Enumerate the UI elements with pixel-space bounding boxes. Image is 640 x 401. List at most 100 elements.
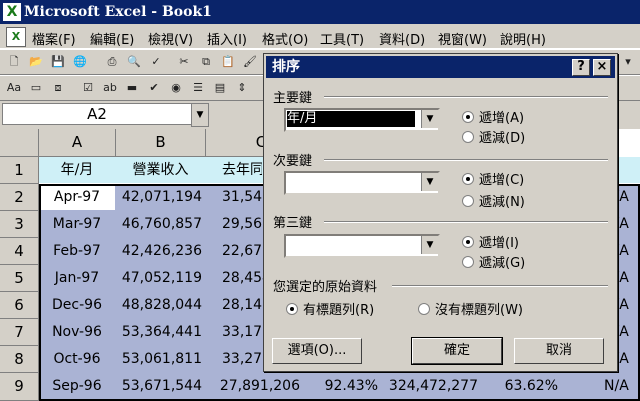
save-icon[interactable]: 💾: [50, 54, 66, 70]
name-box[interactable]: A2: [2, 103, 192, 125]
cell-date[interactable]: Jan-97: [39, 264, 115, 292]
help-button[interactable]: ?: [572, 59, 590, 76]
cell-revenue[interactable]: 47,052,119: [116, 264, 202, 292]
cell-prior-year[interactable]: 28,149: [222, 291, 266, 319]
header-cell-b1[interactable]: 營業收入: [116, 156, 205, 184]
cell-cumulative-pct[interactable]: 63.62%: [478, 372, 558, 400]
key3-descending-radio[interactable]: 遞減(G): [462, 252, 525, 271]
menu-bar: X 檔案(F) 編輯(E) 檢視(V) 插入(I) 格式(O) 工具(T) 資料…: [0, 24, 640, 49]
cell-date[interactable]: Feb-97: [39, 237, 115, 265]
has-header-radio[interactable]: 有標題列(R): [286, 299, 374, 318]
key2-ascending-radio[interactable]: 遞增(C): [462, 169, 524, 188]
radio-label: 遞減(N): [479, 195, 525, 210]
menu-data[interactable]: 資料(D): [379, 29, 425, 48]
cell-revenue[interactable]: 46,760,857: [116, 210, 202, 238]
cell-prior-year[interactable]: 27,891,206: [206, 372, 300, 400]
cut-icon[interactable]: ✂: [176, 54, 192, 70]
row-header[interactable]: 2: [0, 184, 39, 211]
checkbox-icon[interactable]: ☑: [80, 80, 96, 96]
format-painter-icon[interactable]: 🖌: [242, 54, 258, 70]
key1-combo[interactable]: 年/月 ▼: [284, 108, 440, 132]
cell-revenue[interactable]: 53,671,544: [116, 372, 202, 400]
header-cell-a1[interactable]: 年/月: [39, 156, 115, 184]
workbook-icon[interactable]: X: [6, 27, 26, 47]
label-icon[interactable]: Aa: [6, 80, 22, 96]
chevron-down-icon[interactable]: ▼: [421, 173, 438, 191]
edit-box-icon[interactable]: ▭: [28, 80, 44, 96]
menu-edit[interactable]: 編輯(E): [90, 29, 134, 48]
key1-ascending-radio[interactable]: 遞增(A): [462, 107, 524, 126]
zoom-dropdown-icon[interactable]: ▾: [620, 54, 636, 70]
cell-date[interactable]: Sep-96: [39, 372, 115, 400]
cell-prior-year[interactable]: 33,273: [222, 345, 266, 373]
menu-help[interactable]: 說明(H): [500, 29, 546, 48]
row-header[interactable]: 1: [0, 157, 39, 184]
key3-combo[interactable]: ▼: [284, 234, 440, 258]
combo-box-icon[interactable]: ▤: [212, 80, 228, 96]
cell-revenue[interactable]: 42,071,194: [116, 183, 202, 211]
cell-revenue[interactable]: 48,828,044: [116, 291, 202, 319]
cell-g[interactable]: N/A: [604, 372, 634, 400]
row-header[interactable]: 6: [0, 292, 39, 319]
menu-file[interactable]: 檔案(F): [32, 29, 76, 48]
cell-date[interactable]: Dec-96: [39, 291, 115, 319]
cell-revenue[interactable]: 42,426,236: [116, 237, 202, 265]
menu-view[interactable]: 檢視(V): [148, 29, 193, 48]
name-box-dropdown-icon[interactable]: ▼: [191, 103, 209, 127]
cell-date[interactable]: Oct-96: [39, 345, 115, 373]
row-header[interactable]: 3: [0, 211, 39, 238]
cell-prior-year[interactable]: 29,565: [222, 210, 266, 238]
column-header-b[interactable]: B: [116, 129, 206, 157]
chevron-down-icon[interactable]: ▼: [421, 236, 438, 254]
row-header[interactable]: 9: [0, 373, 39, 401]
button-icon[interactable]: ▬: [124, 80, 140, 96]
menu-tools[interactable]: 工具(T): [320, 29, 364, 48]
menu-insert[interactable]: 插入(I): [207, 29, 247, 48]
options-button[interactable]: 選項(O)...: [272, 338, 362, 364]
row-header[interactable]: 4: [0, 238, 39, 265]
scroll-bar-icon[interactable]: ⇕: [234, 80, 250, 96]
cell-revenue[interactable]: 53,061,811: [116, 345, 202, 373]
ok-button[interactable]: 確定: [411, 337, 503, 365]
key1-descending-radio[interactable]: 遞減(D): [462, 127, 525, 146]
row-header[interactable]: 8: [0, 346, 39, 373]
cell-date[interactable]: Mar-97: [39, 210, 115, 238]
cancel-button[interactable]: 取消: [514, 338, 604, 364]
option-button-icon[interactable]: ◉: [168, 80, 184, 96]
menu-format[interactable]: 格式(O): [262, 29, 308, 48]
select-all-corner[interactable]: [0, 129, 39, 157]
close-button[interactable]: ×: [593, 59, 611, 76]
print-icon[interactable]: ⎙: [104, 54, 120, 70]
cell-revenue[interactable]: 53,364,441: [116, 318, 202, 346]
web-icon[interactable]: 🌐: [72, 54, 88, 70]
excel-app-icon[interactable]: X: [3, 3, 21, 21]
group-box-icon[interactable]: ⧈: [50, 80, 66, 96]
list-box-icon[interactable]: ☰: [190, 80, 206, 96]
print-preview-icon[interactable]: 🔍: [126, 54, 142, 70]
cell-prior-year[interactable]: 33,178: [222, 318, 266, 346]
cell-date[interactable]: Nov-96: [39, 318, 115, 346]
key2-combo[interactable]: ▼: [284, 171, 440, 195]
open-folder-icon[interactable]: 📂: [28, 54, 44, 70]
key3-ascending-radio[interactable]: 遞增(I): [462, 232, 519, 251]
textbox-icon[interactable]: ab: [102, 80, 118, 96]
spelling-icon[interactable]: ✓: [148, 54, 164, 70]
paste-icon[interactable]: 📋: [220, 54, 236, 70]
cell-prior-year[interactable]: 22,673: [222, 237, 266, 265]
cell-cumulative[interactable]: 324,472,277: [378, 372, 478, 400]
no-header-radio[interactable]: 沒有標題列(W): [418, 299, 523, 318]
header-cell-c1[interactable]: 去年同: [222, 156, 262, 184]
column-header-a[interactable]: A: [39, 129, 116, 157]
new-file-icon[interactable]: 🗋: [6, 54, 22, 70]
cell-date[interactable]: Apr-97: [39, 183, 115, 211]
cell-prior-year[interactable]: 28,454: [222, 264, 266, 292]
cell-prior-year[interactable]: 31,548: [222, 183, 266, 211]
check-icon[interactable]: ✔: [146, 80, 162, 96]
copy-icon[interactable]: ⧉: [198, 54, 214, 70]
row-header[interactable]: 7: [0, 319, 39, 346]
chevron-down-icon[interactable]: ▼: [421, 110, 438, 128]
row-header[interactable]: 5: [0, 265, 39, 292]
cell-growth-pct[interactable]: 92.43%: [300, 372, 378, 400]
menu-window[interactable]: 視窗(W): [438, 29, 487, 48]
key2-descending-radio[interactable]: 遞減(N): [462, 191, 525, 210]
